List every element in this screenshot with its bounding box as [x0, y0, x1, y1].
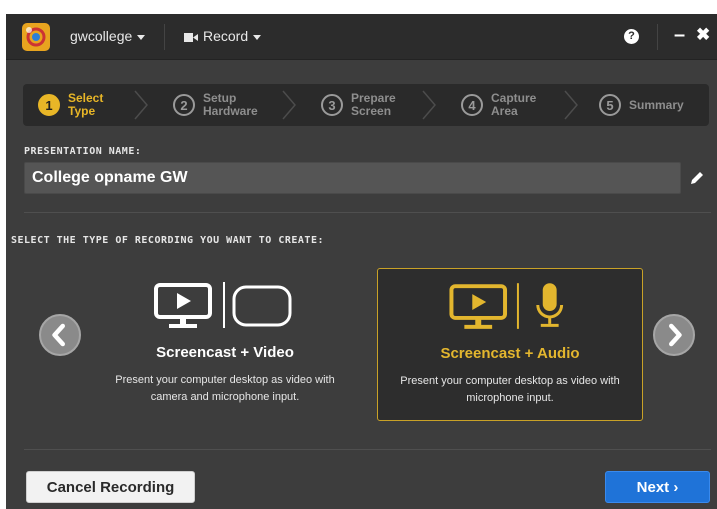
option-screencast-audio[interactable]: Screencast + Audio Present your computer…: [377, 268, 643, 421]
option-description: Present your computer desktop as video w…: [115, 374, 335, 403]
option-screencast-video[interactable]: Screencast + Video Present your computer…: [92, 268, 358, 421]
account-dropdown[interactable]: gwcollege: [70, 28, 146, 44]
step-label: Setup Hardware: [203, 91, 258, 118]
titlebar-divider: [657, 24, 658, 50]
webcam-icon: [232, 285, 292, 327]
wizard-steps: 1 Select Type 2 Setup Hardware 3 Prepare…: [23, 84, 709, 126]
screencast-video-icons: [154, 282, 292, 328]
step-summary: 5 Summary: [599, 84, 684, 126]
chevron-right-icon: [564, 90, 578, 120]
step-number: 3: [321, 94, 343, 116]
microphone-icon: [536, 283, 564, 327]
minimize-button[interactable]: –: [674, 24, 685, 47]
step-setup-hardware: 2 Setup Hardware: [173, 84, 258, 126]
step-number: 2: [173, 94, 195, 116]
pencil-icon[interactable]: [689, 170, 705, 186]
footer-divider: [24, 449, 711, 450]
option-title: Screencast + Audio: [440, 345, 580, 362]
section-divider: [24, 212, 711, 213]
step-capture-area: 4 Capture Area: [461, 84, 536, 126]
presentation-name-input[interactable]: [24, 162, 681, 194]
chevron-down-icon: [253, 34, 262, 40]
next-button[interactable]: Next ›: [605, 471, 710, 503]
presentation-name-label: PRESENTATION NAME:: [24, 146, 142, 157]
recording-type-label: SELECT THE TYPE OF RECORDING YOU WANT TO…: [11, 235, 324, 246]
step-number: 5: [599, 94, 621, 116]
monitor-icon: [154, 283, 212, 328]
help-icon[interactable]: ?: [624, 29, 639, 44]
chevron-right-icon: [422, 90, 436, 120]
step-label: Select Type: [68, 91, 104, 118]
step-number: 1: [38, 94, 60, 116]
step-label: Summary: [629, 97, 684, 112]
app-logo-icon: [22, 23, 50, 51]
step-select-type: 1 Select Type: [38, 84, 103, 126]
video-camera-icon: [184, 32, 198, 42]
chevron-down-icon: [137, 34, 146, 40]
next-arrow-button[interactable]: [653, 314, 695, 356]
step-label: Prepare Screen: [351, 91, 396, 118]
record-dropdown[interactable]: Record: [184, 28, 262, 44]
account-name: gwcollege: [70, 28, 133, 44]
chevron-right-icon: [134, 90, 148, 120]
step-prepare-screen: 3 Prepare Screen: [321, 84, 396, 126]
titlebar-divider: [164, 24, 165, 50]
recorder-window: gwcollege Record ? – ✖ 1 Select Type 2 S…: [6, 14, 717, 509]
title-bar: gwcollege Record ? – ✖: [6, 14, 717, 60]
option-title: Screencast + Video: [156, 344, 294, 361]
monitor-icon: [449, 284, 508, 329]
record-menu-label: Record: [203, 28, 249, 44]
icon-separator: [223, 282, 225, 328]
step-number: 4: [461, 94, 483, 116]
chevron-right-icon: [282, 90, 296, 120]
step-label: Capture Area: [491, 91, 537, 118]
cancel-recording-button[interactable]: Cancel Recording: [26, 471, 195, 503]
icon-separator: [516, 283, 519, 329]
option-description: Present your computer desktop as video w…: [400, 375, 620, 404]
previous-arrow-button[interactable]: [39, 314, 81, 356]
screencast-audio-icons: [449, 283, 564, 329]
close-button[interactable]: ✖: [696, 25, 710, 45]
